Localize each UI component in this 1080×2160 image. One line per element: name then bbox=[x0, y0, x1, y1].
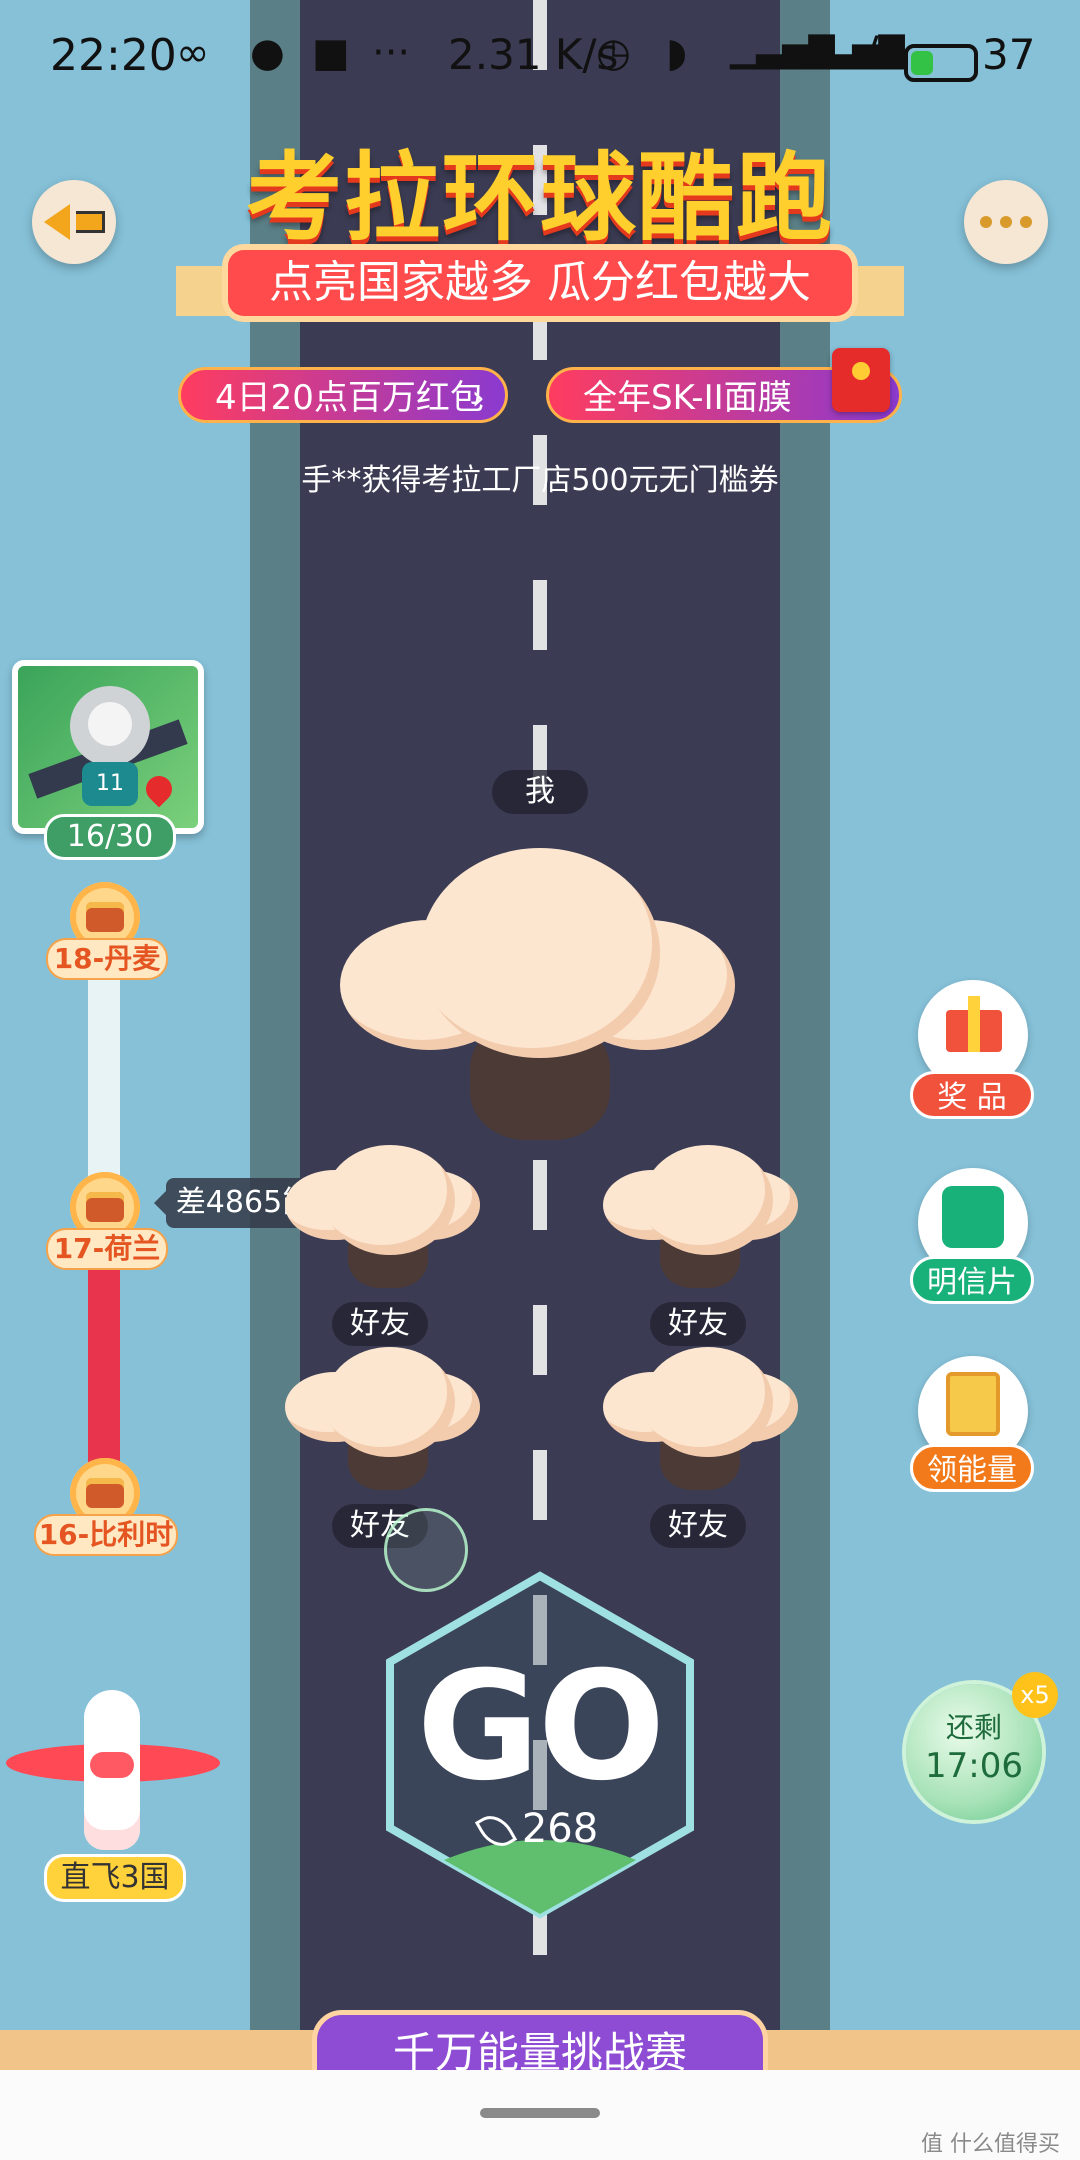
wifi-icon: ◗ bbox=[666, 30, 688, 76]
promo-red-packet-button[interactable]: 4日20点百万红包 › bbox=[178, 367, 508, 423]
winner-ticker: 手**获得考拉工厂店500元无门槛券 bbox=[301, 463, 779, 498]
world-map-button[interactable]: 11 bbox=[12, 660, 204, 834]
stop-label-netherlands: 17-荷兰 bbox=[46, 1228, 168, 1270]
country-progress[interactable]: 16/30 bbox=[44, 814, 176, 860]
promo-label: 4日20点百万红包 bbox=[215, 378, 484, 418]
stop-label-belgium: 16-比利时 bbox=[34, 1514, 178, 1556]
page-title: 考拉环球酷跑 bbox=[246, 142, 834, 254]
postcard-icon bbox=[942, 1186, 1004, 1248]
friend-tag: 好友 bbox=[650, 1504, 746, 1548]
multiplier-badge: x5 bbox=[1012, 1672, 1058, 1718]
battery-icon bbox=[904, 44, 978, 82]
direct-flight-label[interactable]: 直飞3国 bbox=[44, 1854, 186, 1902]
me-tag: 我 bbox=[492, 770, 588, 814]
clipboard-icon bbox=[946, 1372, 1000, 1436]
leaf-icon bbox=[474, 1808, 517, 1854]
watermark: 值 什么值得买 bbox=[921, 2132, 1060, 2157]
chevron-right-icon: › bbox=[471, 378, 485, 418]
chat-icon: ● bbox=[250, 30, 285, 76]
home-indicator[interactable] bbox=[480, 2108, 600, 2118]
timer-value: 17:06 bbox=[925, 1746, 1023, 1786]
infinity-icon: ∞ bbox=[176, 30, 210, 76]
gallery-icon: ■ bbox=[312, 30, 350, 76]
location-pin-icon bbox=[140, 770, 178, 808]
postcard-label[interactable]: 明信片 bbox=[910, 1256, 1034, 1304]
status-time: 22:20 bbox=[50, 30, 177, 81]
prizes-label[interactable]: 奖 品 bbox=[910, 1071, 1034, 1119]
get-energy-label[interactable]: 领能量 bbox=[910, 1444, 1034, 1492]
energy-count: 268 bbox=[384, 1806, 696, 1854]
alarm-icon: ◷ bbox=[596, 30, 631, 76]
more-button[interactable] bbox=[964, 180, 1048, 264]
friend-tag: 好友 bbox=[650, 1302, 746, 1346]
more-icon bbox=[980, 216, 1032, 228]
network-speed: 2.31 K/s bbox=[448, 30, 619, 79]
go-label: GO bbox=[416, 1640, 666, 1814]
red-envelope-icon[interactable] bbox=[832, 348, 890, 412]
status-bar: 22:20 ∞ ● ■ ··· 2.31 K/s ◷ ◗ ▁▃▅▇ ▁▃▅▇ ϟ… bbox=[0, 0, 1080, 110]
friend-tag: 好友 bbox=[332, 1302, 428, 1346]
charging-icon: ϟ bbox=[866, 30, 893, 76]
back-button[interactable] bbox=[32, 180, 116, 264]
battery-level: 37 bbox=[982, 30, 1036, 79]
promo-label: 全年SK-II面膜 bbox=[583, 378, 792, 418]
stop-label-denmark: 18-丹麦 bbox=[46, 938, 168, 980]
more-dots-icon: ··· bbox=[372, 30, 411, 76]
back-arrow-icon bbox=[43, 204, 70, 240]
subtitle-ribbon: 点亮国家越多 瓜分红包越大 bbox=[228, 250, 852, 316]
